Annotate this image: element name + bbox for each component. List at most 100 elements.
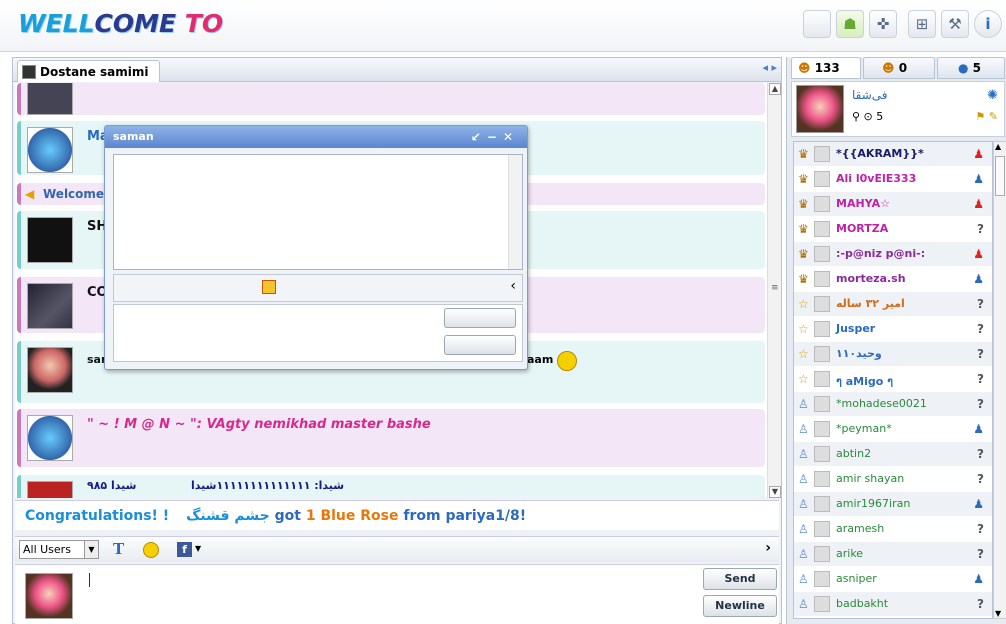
user-name: ๆ aMigo ๆ xyxy=(836,375,894,388)
unknown-user-icon: ? xyxy=(977,472,984,486)
target-select[interactable]: All Users ▼ xyxy=(19,540,99,559)
user-avatar xyxy=(814,596,830,612)
user-name: amir1967iran xyxy=(836,497,911,510)
female-user-icon: ♟ xyxy=(973,197,984,211)
gift-icon[interactable] xyxy=(262,280,276,294)
private-scrollbar[interactable] xyxy=(508,155,522,269)
user-name: MORTZA xyxy=(836,222,889,235)
my-profile-avatar[interactable] xyxy=(796,85,844,133)
android-icon[interactable]: ☗ xyxy=(836,10,864,38)
chevron-down-icon[interactable]: ▼ xyxy=(195,544,201,553)
user-row[interactable]: ♛ MORTZA? xyxy=(794,217,992,242)
user-icon: ♙ xyxy=(798,447,809,461)
user-avatar xyxy=(814,296,830,312)
user-avatar xyxy=(814,471,830,487)
user-row[interactable]: ♙ asniper ♟ xyxy=(794,567,992,592)
unknown-user-icon: ? xyxy=(977,297,984,311)
message-input[interactable] xyxy=(89,573,90,587)
star-icon: ☆ xyxy=(798,372,809,386)
send-button[interactable]: Send xyxy=(703,568,777,590)
chat-bubble-icon: ● xyxy=(958,61,969,75)
avatar xyxy=(27,347,73,393)
user-name: arike xyxy=(836,547,864,560)
my-name: فی‌شقا xyxy=(852,88,888,102)
user-row[interactable]: ☆ ๆ aMigo ๆ? xyxy=(794,367,992,392)
user-row[interactable]: ♙ *peyman* ♟ xyxy=(794,417,992,442)
user-row[interactable]: ♛ MAHYA☆ ♟ xyxy=(794,192,992,217)
unknown-user-icon: ? xyxy=(977,547,984,561)
coin-count: 5 xyxy=(876,110,884,123)
apple-icon[interactable] xyxy=(803,10,831,38)
newline-button[interactable]: Newline xyxy=(703,595,777,617)
scroll-up-icon[interactable]: ▲ xyxy=(769,83,781,95)
user-list-scrollbar[interactable]: ▲ ▼ xyxy=(993,141,1006,619)
user-row[interactable]: ♙ amir1967iran ♟ xyxy=(794,492,992,517)
unknown-user-icon: ? xyxy=(977,522,984,536)
scroll-thumb[interactable] xyxy=(995,156,1005,196)
user-row[interactable]: ♛:-p@niz p@ni-: ♟ xyxy=(794,242,992,267)
tab-label: Dostane samimi xyxy=(40,64,149,79)
info-icon[interactable]: i xyxy=(974,10,1002,38)
user-name: :-p@niz p@ni-: xyxy=(836,247,926,260)
facebook-icon[interactable]: f xyxy=(177,542,192,557)
user-avatar xyxy=(814,546,830,562)
tab-nav-arrows-icon[interactable]: ◂ ▸ xyxy=(762,61,777,74)
private-chat-window[interactable]: saman ↙−✕ ‹ xyxy=(104,125,528,370)
text-format-icon[interactable]: T xyxy=(113,540,124,558)
chevron-down-icon: ▼ xyxy=(84,541,98,558)
scroll-grip-icon[interactable]: ≡ xyxy=(771,283,779,293)
congrats-count: 1 xyxy=(305,508,316,524)
user-avatar xyxy=(814,221,830,237)
user-avatar xyxy=(814,371,830,387)
tab-friends[interactable]: ☻ 0 xyxy=(863,57,935,79)
user-row[interactable]: ☆ Jusper? xyxy=(794,317,992,342)
user-row[interactable]: ♙ badbakht? xyxy=(794,592,992,617)
user-row[interactable]: ☆ وحید۱۱۰? xyxy=(794,342,992,367)
crown-icon: ♛ xyxy=(798,172,809,186)
user-name: MAHYA☆ xyxy=(836,197,890,210)
user-row[interactable]: ♛ Ali l0vElE333 ♟ xyxy=(794,167,992,192)
user-row[interactable]: ♙ abtin2? xyxy=(794,442,992,467)
user-row[interactable]: ♙ arike? xyxy=(794,542,992,567)
tab-room[interactable]: Dostane samimi xyxy=(17,60,160,82)
crown-icon: ♛ xyxy=(798,197,809,211)
private-message-area xyxy=(113,154,523,270)
private-newline-button[interactable] xyxy=(444,335,516,355)
restore-icon[interactable]: ↙ xyxy=(471,130,487,144)
gift-icon[interactable]: ⊞ xyxy=(908,10,936,38)
user-sidebar: ☻ 133 ☻ 0 ● 5 فی‌شقا ⚲ ⊙ 5 ✺ ⚑ ✎ ♛ *{{AKR… xyxy=(786,57,1006,624)
private-input[interactable] xyxy=(113,304,523,362)
smiley-icon[interactable] xyxy=(143,542,159,558)
shop-icon[interactable]: ⚑ ✎ xyxy=(975,110,998,123)
chevron-left-icon[interactable]: ‹ xyxy=(510,278,516,294)
scroll-up-icon[interactable]: ▲ xyxy=(995,142,1001,151)
user-icon: ♙ xyxy=(798,547,809,561)
user-row[interactable]: ♙ amir shayan? xyxy=(794,467,992,492)
private-send-button[interactable] xyxy=(444,308,516,328)
scroll-down-icon[interactable]: ▼ xyxy=(769,486,781,498)
tab-messages[interactable]: ● 5 xyxy=(937,57,1005,79)
window-titlebar[interactable]: saman ↙−✕ xyxy=(105,126,527,148)
input-toolbar: All Users ▼ T f ▼ › xyxy=(15,536,779,562)
user-row[interactable]: ☆ امیر ۳۲ ساله? xyxy=(794,292,992,317)
user-row[interactable]: ♙ *mohadese0021? xyxy=(794,392,992,417)
minimize-icon[interactable]: − xyxy=(487,130,503,144)
wrench-icon[interactable]: ⚒ xyxy=(941,10,969,38)
gamepad-icon[interactable]: ✜ xyxy=(869,10,897,38)
settings-icon[interactable]: ✺ xyxy=(987,88,998,103)
crown-icon: ♛ xyxy=(798,272,809,286)
tab-users[interactable]: ☻ 133 xyxy=(791,57,861,79)
smiley-icon xyxy=(557,351,577,371)
user-row[interactable]: ♛ *{{AKRAM}}* ♟ xyxy=(794,142,992,167)
message-scrollbar[interactable]: ▲ ≡ ▼ xyxy=(767,83,781,498)
my-avatar xyxy=(25,573,73,619)
user-row[interactable]: ♙ aramesh? xyxy=(794,517,992,542)
user-icon: ♙ xyxy=(798,572,809,586)
speaker-icon: ◀ xyxy=(25,187,35,201)
user-avatar xyxy=(814,146,830,162)
scroll-down-icon[interactable]: ▼ xyxy=(995,609,1001,618)
close-icon[interactable]: ✕ xyxy=(503,130,519,144)
user-row[interactable]: ♛ morteza.sh ♟ xyxy=(794,267,992,292)
user-avatar xyxy=(814,346,830,362)
chevron-right-icon[interactable]: › xyxy=(765,540,771,556)
